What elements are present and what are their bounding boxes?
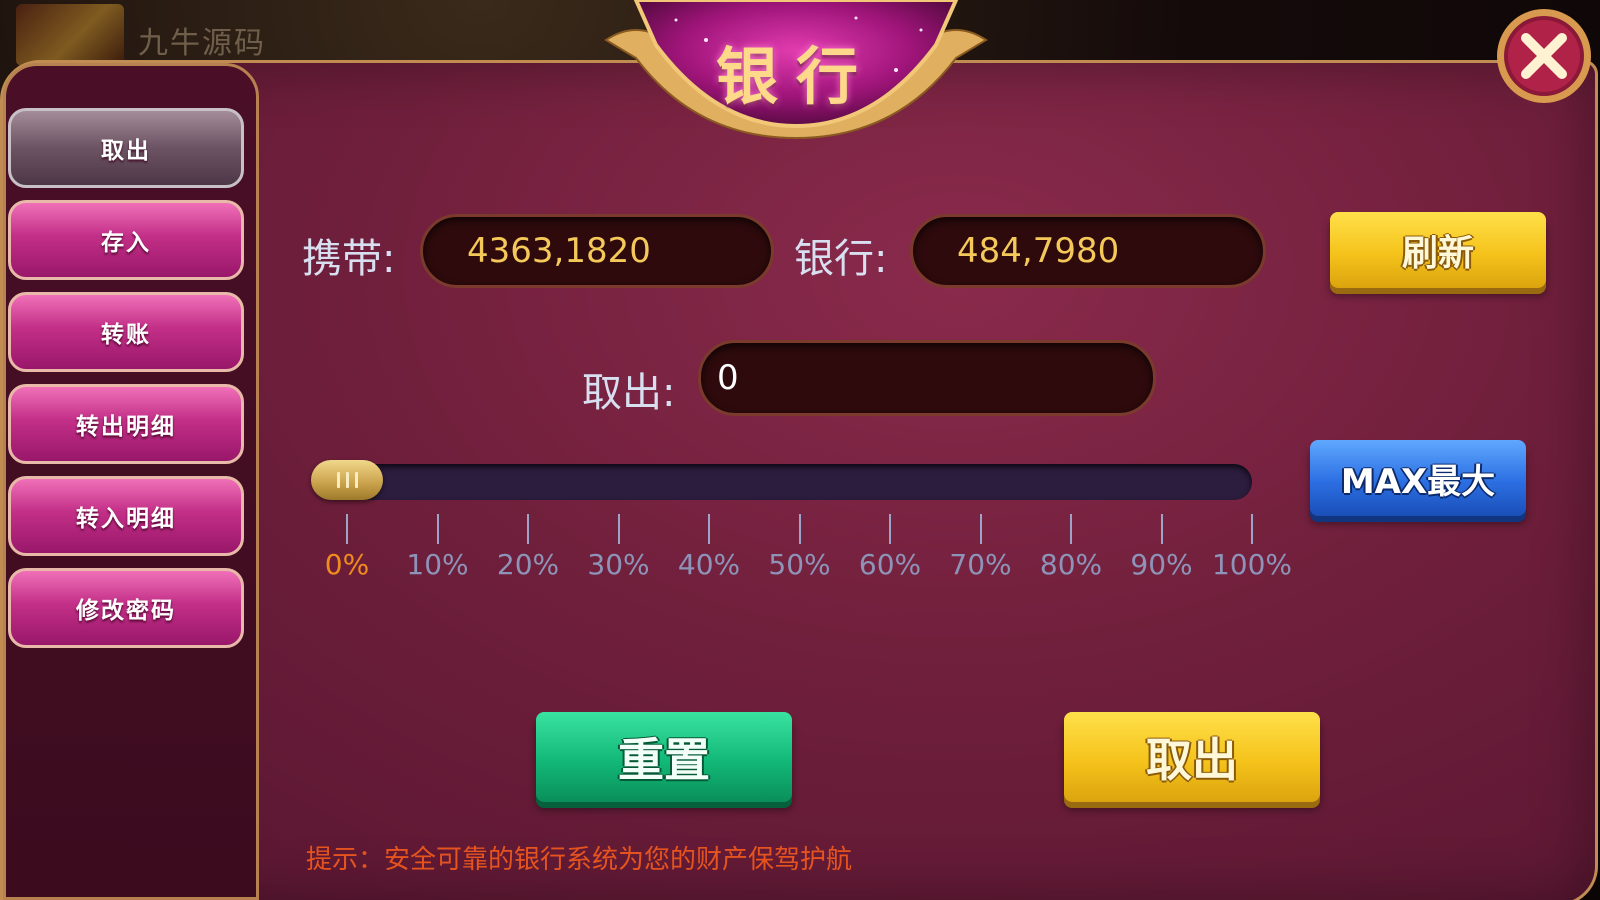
slider-grip — [337, 472, 340, 488]
slider-tick — [798, 514, 801, 544]
reset-button[interactable]: 重置 — [536, 712, 792, 802]
bank-label: 银行: — [794, 236, 888, 282]
slider-tick — [527, 514, 529, 544]
slider-tick-label: 10% — [406, 548, 469, 581]
close-icon — [1497, 9, 1591, 103]
sidebar-item-transfer[interactable]: 转账 — [8, 292, 244, 372]
title-banner: 银行 — [596, 0, 996, 140]
slider-tick — [1251, 514, 1253, 544]
sidebar-item-withdraw[interactable]: 取出 — [8, 108, 244, 188]
slider-tick-label: 40% — [677, 548, 741, 581]
sidebar-item-change-password[interactable]: 修改密码 — [8, 568, 244, 648]
carry-label: 携带: — [302, 236, 396, 282]
carry-value-field: 4363,1820 — [420, 214, 774, 288]
refresh-button[interactable]: 刷新 — [1330, 212, 1546, 288]
background-app-name: 九牛源码 — [138, 26, 266, 61]
slider-tick-label: 50% — [768, 548, 831, 581]
slider-tick — [889, 514, 891, 544]
slider-tick-label: 0% — [324, 548, 370, 581]
slider-tick — [708, 514, 710, 544]
slider-tick-label: 80% — [1039, 548, 1103, 581]
slider-grip — [355, 472, 358, 488]
slider-tick — [1070, 514, 1072, 544]
slider-tick-label: 20% — [496, 548, 560, 581]
max-button[interactable]: MAX最大 — [1310, 440, 1526, 516]
withdraw-label: 取出: — [582, 370, 676, 416]
close-button[interactable] — [1494, 6, 1594, 106]
slider-tick-label: 100% — [1211, 548, 1293, 581]
bank-value-field: 484,7980 — [910, 214, 1266, 288]
sidebar-item-transfer-in-log[interactable]: 转入明细 — [8, 476, 244, 556]
confirm-withdraw-button[interactable]: 取出 — [1064, 712, 1320, 802]
slider-tick — [436, 514, 439, 544]
withdraw-amount-input[interactable]: 0 — [698, 340, 1156, 416]
sidebar-item-transfer-out-log[interactable]: 转出明细 — [8, 384, 244, 464]
background-avatar — [16, 4, 124, 66]
slider-tick-label: 60% — [858, 548, 922, 581]
slider-tick — [346, 514, 348, 544]
slider-tick-label: 90% — [1130, 548, 1193, 581]
hint-text: 提示：安全可靠的银行系统为您的财产保驾护航 — [306, 845, 853, 875]
slider-tick — [1160, 514, 1163, 544]
slider-tick-label: 30% — [587, 548, 650, 581]
slider-tick — [979, 514, 982, 544]
slider-tick-label: 70% — [949, 548, 1012, 581]
slider-tick — [617, 514, 620, 544]
dialog-title: 银行 — [715, 40, 876, 113]
slider-grip — [346, 472, 349, 488]
game-screen: 九牛源码 取出 存入 转账 转出明细 转入明细 修改密码 银行 携带: 4363… — [0, 0, 1600, 900]
sidebar-item-deposit[interactable]: 存入 — [8, 200, 244, 280]
amount-slider-handle[interactable] — [311, 460, 383, 500]
amount-slider-track[interactable] — [312, 464, 1252, 500]
